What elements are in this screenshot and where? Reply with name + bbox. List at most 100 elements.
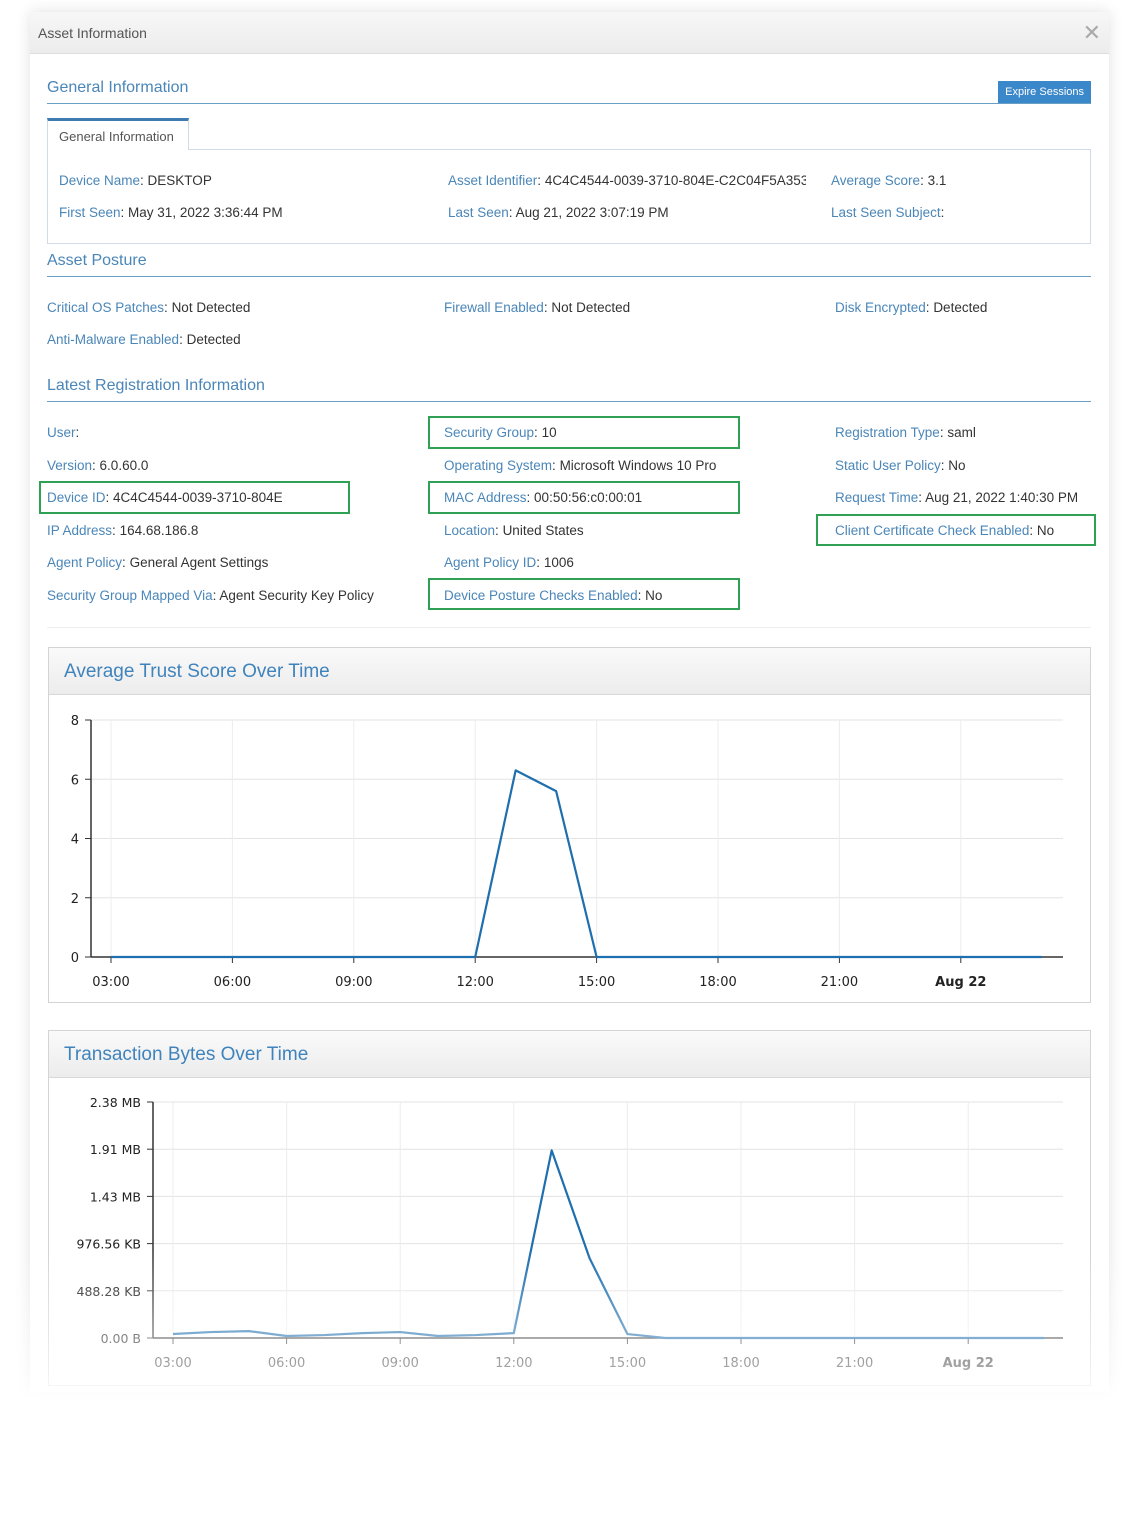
field-last-seen: Last Seen: Aug 21, 2022 3:07:19 PM — [448, 205, 669, 220]
field-label[interactable]: First Seen — [59, 205, 121, 220]
field-request-time: Request Time: Aug 21, 2022 1:40:30 PM — [835, 490, 1079, 505]
modal-title: Asset Information — [38, 25, 147, 41]
field-label[interactable]: Disk Encrypted — [835, 300, 926, 315]
x-tick-label: Aug 22 — [943, 1356, 994, 1371]
field-operating-system: Operating System: Microsoft Windows 10 P… — [444, 458, 717, 473]
field-value: No — [645, 588, 663, 603]
field-label[interactable]: Last Seen — [448, 205, 509, 220]
series-line — [172, 1149, 1044, 1340]
field-client-certificate-check: Client Certificate Check Enabled: No — [835, 523, 1055, 538]
field-label[interactable]: Operating System — [444, 458, 552, 473]
field-value: 00:50:56:c0:00:01 — [534, 490, 643, 505]
field-value: United States — [502, 523, 584, 538]
x-tick-label: 18:00 — [699, 975, 736, 990]
transaction-bytes-chart: 0.00 B 488.28 KB 976.56 KB 1.43 MB 1.91 MB 2.… — [77, 1095, 1063, 1371]
field-value: Detected — [186, 332, 241, 347]
x-tick-label: 15:00 — [609, 1356, 646, 1371]
x-tick-label: 06:00 — [268, 1356, 305, 1371]
field-label[interactable]: Location — [444, 523, 495, 538]
field-security-group: Security Group: 10 — [444, 425, 557, 440]
x-tick-label: 06:00 — [214, 975, 251, 990]
trust-score-chart-panel: Average Trust Score Over Time 0 2 4 6 8 03:00… — [48, 647, 1091, 1003]
general-information-heading: General Information — [47, 79, 1091, 104]
x-tick-label: 12:00 — [495, 1356, 532, 1371]
field-version: Version: 6.0.60.0 — [47, 458, 149, 473]
y-tick-label: 2 — [71, 892, 79, 907]
field-label[interactable]: Average Score — [831, 173, 920, 188]
transaction-bytes-chart-panel: Transaction Bytes Over Time 0.00 B 488.28… — [48, 1030, 1091, 1386]
field-label[interactable]: Firewall Enabled — [444, 300, 544, 315]
field-static-user-policy: Static User Policy: No — [835, 458, 966, 473]
field-ip-address: IP Address: 164.68.186.8 — [47, 523, 199, 538]
y-tick-label: 4 — [71, 833, 79, 848]
field-label[interactable]: Client Certificate Check Enabled — [835, 523, 1029, 538]
field-value: Microsoft Windows 10 Pro — [559, 458, 717, 473]
field-label[interactable]: IP Address — [47, 523, 112, 538]
tab-general-information[interactable]: General Information — [47, 118, 189, 150]
field-label[interactable]: Agent Policy — [47, 555, 122, 570]
field-label[interactable]: Security Group Mapped Via — [47, 588, 213, 603]
divider — [47, 627, 1091, 628]
modal-header: Asset Information ✕ — [30, 12, 1109, 54]
field-value: Not Detected — [551, 300, 631, 315]
x-tick-label: 12:00 — [456, 975, 493, 990]
field-label[interactable]: User — [47, 425, 76, 440]
field-first-seen: First Seen: May 31, 2022 3:36:44 PM — [59, 205, 283, 220]
y-tick-label: 2.38 MB — [90, 1095, 141, 1110]
series-line — [111, 769, 1042, 959]
y-tick-label: 488.28 KB — [77, 1284, 141, 1299]
field-value: DESKTOP — [147, 173, 212, 188]
field-label[interactable]: Anti-Malware Enabled — [47, 332, 179, 347]
field-value: No — [948, 458, 966, 473]
field-value: Aug 21, 2022 1:40:30 PM — [925, 490, 1079, 505]
y-tick-label: 0 — [71, 951, 79, 966]
field-value: saml — [947, 425, 976, 440]
field-value: 164.68.186.8 — [119, 523, 199, 538]
x-tick-label: 09:00 — [335, 975, 372, 990]
latest-registration-heading: Latest Registration Information — [47, 377, 1091, 402]
field-label[interactable]: Device ID — [47, 490, 106, 505]
y-tick-label: 976.56 KB — [77, 1237, 141, 1252]
field-label[interactable]: Asset Identifier — [448, 173, 537, 188]
field-last-seen-subject: Last Seen Subject: — [831, 205, 945, 220]
expire-sessions-button[interactable]: Expire Sessions — [998, 81, 1091, 103]
field-label[interactable]: Agent Policy ID — [444, 555, 536, 570]
field-value: 3.1 — [927, 173, 947, 188]
chart-title: Average Trust Score Over Time — [49, 648, 1090, 695]
field-critical-os-patches: Critical OS Patches: Not Detected — [47, 300, 251, 315]
field-device-name: Device Name: DESKTOP — [59, 173, 212, 188]
field-label[interactable]: Registration Type — [835, 425, 940, 440]
chart-title: Transaction Bytes Over Time — [49, 1031, 1090, 1078]
x-tick-label: 09:00 — [381, 1356, 418, 1371]
x-tick-label: 15:00 — [578, 975, 615, 990]
field-firewall-enabled: Firewall Enabled: Not Detected — [444, 300, 631, 315]
field-label[interactable]: Critical OS Patches — [47, 300, 164, 315]
trust-score-chart: 0 2 4 6 8 03:00 06:00 09:00 12:00 15:00 18:00 21:00… — [71, 714, 1063, 990]
x-tick-label: 03:00 — [92, 975, 129, 990]
field-label[interactable]: Request Time — [835, 490, 918, 505]
field-value: General Agent Settings — [129, 555, 269, 570]
field-label[interactable]: Device Name — [59, 173, 140, 188]
close-icon[interactable]: ✕ — [1083, 22, 1101, 44]
x-tick-label: Aug 22 — [935, 975, 986, 990]
field-label[interactable]: Last Seen Subject — [831, 205, 941, 220]
field-value: 6.0.60.0 — [99, 458, 149, 473]
field-value: Not Detected — [171, 300, 251, 315]
field-user: User: — [47, 425, 80, 440]
field-label[interactable]: Version — [47, 458, 92, 473]
x-tick-label: 18:00 — [722, 1356, 759, 1371]
general-information-panel — [47, 149, 1091, 244]
y-tick-label: 0.00 B — [101, 1331, 141, 1346]
field-label[interactable]: MAC Address — [444, 490, 527, 505]
field-value: No — [1036, 523, 1055, 538]
field-label[interactable]: Static User Policy — [835, 458, 941, 473]
field-asset-identifier: Asset Identifier: 4C4C4544-0039-3710-804… — [448, 173, 806, 188]
field-value: May 31, 2022 3:36:44 PM — [128, 205, 283, 220]
field-label[interactable]: Security Group — [444, 425, 534, 440]
asset-information-modal: Asset Information ✕ General Information … — [30, 12, 1109, 1392]
field-label[interactable]: Device Posture Checks Enabled — [444, 588, 638, 603]
y-tick-label: 1.91 MB — [90, 1142, 141, 1157]
y-tick-label: 6 — [71, 773, 79, 788]
field-location: Location: United States — [444, 523, 584, 538]
field-registration-type: Registration Type: saml — [835, 425, 976, 440]
